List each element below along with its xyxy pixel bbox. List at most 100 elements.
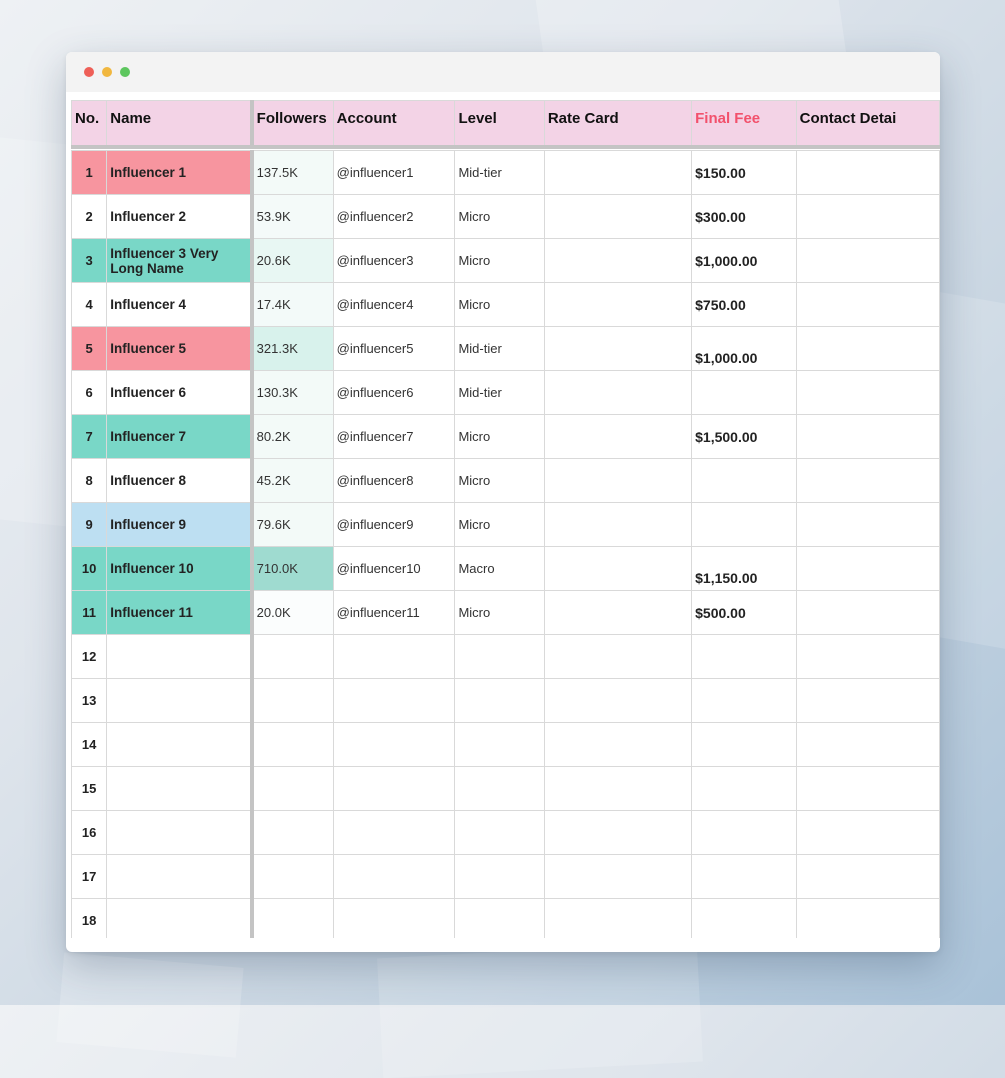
followers-cell[interactable]: 53.9K [251, 194, 334, 239]
level-cell[interactable] [454, 678, 545, 723]
account-cell[interactable] [332, 898, 456, 938]
rate-card-cell[interactable] [543, 810, 693, 855]
final-fee-cell[interactable]: $1,000.00 [691, 238, 797, 283]
column-header-no[interactable]: No. [71, 100, 108, 149]
level-cell[interactable]: Micro [454, 282, 545, 327]
name-cell[interactable]: Influencer 1 [106, 150, 254, 195]
level-cell[interactable] [454, 766, 545, 811]
final-fee-cell[interactable]: $750.00 [691, 282, 797, 327]
followers-cell[interactable] [251, 898, 334, 938]
level-cell[interactable]: Mid-tier [454, 370, 545, 415]
final-fee-cell[interactable] [691, 722, 797, 767]
account-cell[interactable] [332, 766, 456, 811]
name-cell[interactable]: Influencer 6 [106, 370, 254, 415]
row-number-cell[interactable]: 13 [71, 678, 108, 723]
maximize-window-button[interactable] [120, 67, 130, 77]
close-window-button[interactable] [84, 67, 94, 77]
contact-details-cell[interactable] [795, 722, 940, 767]
final-fee-cell[interactable] [691, 370, 797, 415]
followers-cell[interactable] [251, 810, 334, 855]
column-header-name[interactable]: Name [106, 100, 254, 149]
rate-card-cell[interactable] [543, 194, 693, 239]
contact-details-cell[interactable] [795, 282, 940, 327]
level-cell[interactable]: Micro [454, 414, 545, 459]
account-cell[interactable]: @influencer9 [332, 502, 456, 547]
rate-card-cell[interactable] [543, 766, 693, 811]
final-fee-cell[interactable]: $500.00 [691, 590, 797, 635]
account-cell[interactable] [332, 678, 456, 723]
followers-cell[interactable] [251, 722, 334, 767]
rate-card-cell[interactable] [543, 722, 693, 767]
rate-card-cell[interactable] [543, 590, 693, 635]
name-cell[interactable]: Influencer 10 [106, 546, 254, 591]
rate-card-cell[interactable] [543, 546, 693, 591]
account-cell[interactable]: @influencer1 [332, 150, 456, 195]
rate-card-cell[interactable] [543, 414, 693, 459]
account-cell[interactable] [332, 810, 456, 855]
rate-card-cell[interactable] [543, 458, 693, 503]
contact-details-cell[interactable] [795, 326, 940, 371]
name-cell[interactable]: Influencer 8 [106, 458, 254, 503]
row-number-cell[interactable]: 18 [71, 898, 108, 938]
final-fee-cell[interactable]: $1,000.00 [691, 326, 797, 371]
name-cell[interactable]: Influencer 4 [106, 282, 254, 327]
contact-details-cell[interactable] [795, 194, 940, 239]
row-number-cell[interactable]: 1 [71, 150, 108, 195]
account-cell[interactable]: @influencer5 [332, 326, 456, 371]
level-cell[interactable]: Micro [454, 590, 545, 635]
rate-card-cell[interactable] [543, 678, 693, 723]
column-header-account[interactable]: Account [332, 100, 456, 149]
level-cell[interactable]: Micro [454, 238, 545, 283]
followers-cell[interactable]: 17.4K [251, 282, 334, 327]
name-cell[interactable]: Influencer 5 [106, 326, 254, 371]
name-cell[interactable] [106, 634, 254, 679]
level-cell[interactable] [454, 634, 545, 679]
name-cell[interactable] [106, 810, 254, 855]
contact-details-cell[interactable] [795, 458, 940, 503]
level-cell[interactable] [454, 898, 545, 938]
level-cell[interactable] [454, 810, 545, 855]
level-cell[interactable]: Mid-tier [454, 326, 545, 371]
row-number-cell[interactable]: 10 [71, 546, 108, 591]
row-number-cell[interactable]: 8 [71, 458, 108, 503]
row-number-cell[interactable]: 16 [71, 810, 108, 855]
followers-cell[interactable]: 321.3K [251, 326, 334, 371]
followers-cell[interactable] [251, 634, 334, 679]
name-cell[interactable] [106, 678, 254, 723]
contact-details-cell[interactable] [795, 854, 940, 899]
minimize-window-button[interactable] [102, 67, 112, 77]
contact-details-cell[interactable] [795, 766, 940, 811]
contact-details-cell[interactable] [795, 810, 940, 855]
row-number-cell[interactable]: 9 [71, 502, 108, 547]
followers-cell[interactable] [251, 766, 334, 811]
account-cell[interactable]: @influencer11 [332, 590, 456, 635]
account-cell[interactable] [332, 634, 456, 679]
rate-card-cell[interactable] [543, 502, 693, 547]
name-cell[interactable]: Influencer 2 [106, 194, 254, 239]
final-fee-cell[interactable] [691, 854, 797, 899]
followers-cell[interactable]: 20.6K [251, 238, 334, 283]
column-header-final-fee[interactable]: Final Fee [691, 100, 797, 149]
final-fee-cell[interactable] [691, 458, 797, 503]
name-cell[interactable] [106, 854, 254, 899]
account-cell[interactable]: @influencer2 [332, 194, 456, 239]
contact-details-cell[interactable] [795, 150, 940, 195]
row-number-cell[interactable]: 12 [71, 634, 108, 679]
level-cell[interactable] [454, 722, 545, 767]
contact-details-cell[interactable] [795, 502, 940, 547]
contact-details-cell[interactable] [795, 678, 940, 723]
contact-details-cell[interactable] [795, 238, 940, 283]
level-cell[interactable]: Micro [454, 458, 545, 503]
rate-card-cell[interactable] [543, 150, 693, 195]
final-fee-cell[interactable] [691, 898, 797, 938]
name-cell[interactable]: Influencer 7 [106, 414, 254, 459]
final-fee-cell[interactable]: $300.00 [691, 194, 797, 239]
row-number-cell[interactable]: 6 [71, 370, 108, 415]
followers-cell[interactable]: 137.5K [251, 150, 334, 195]
followers-cell[interactable]: 80.2K [251, 414, 334, 459]
followers-cell[interactable]: 20.0K [251, 590, 334, 635]
contact-details-cell[interactable] [795, 546, 940, 591]
row-number-cell[interactable]: 17 [71, 854, 108, 899]
final-fee-cell[interactable]: $1,500.00 [691, 414, 797, 459]
level-cell[interactable]: Macro [454, 546, 545, 591]
